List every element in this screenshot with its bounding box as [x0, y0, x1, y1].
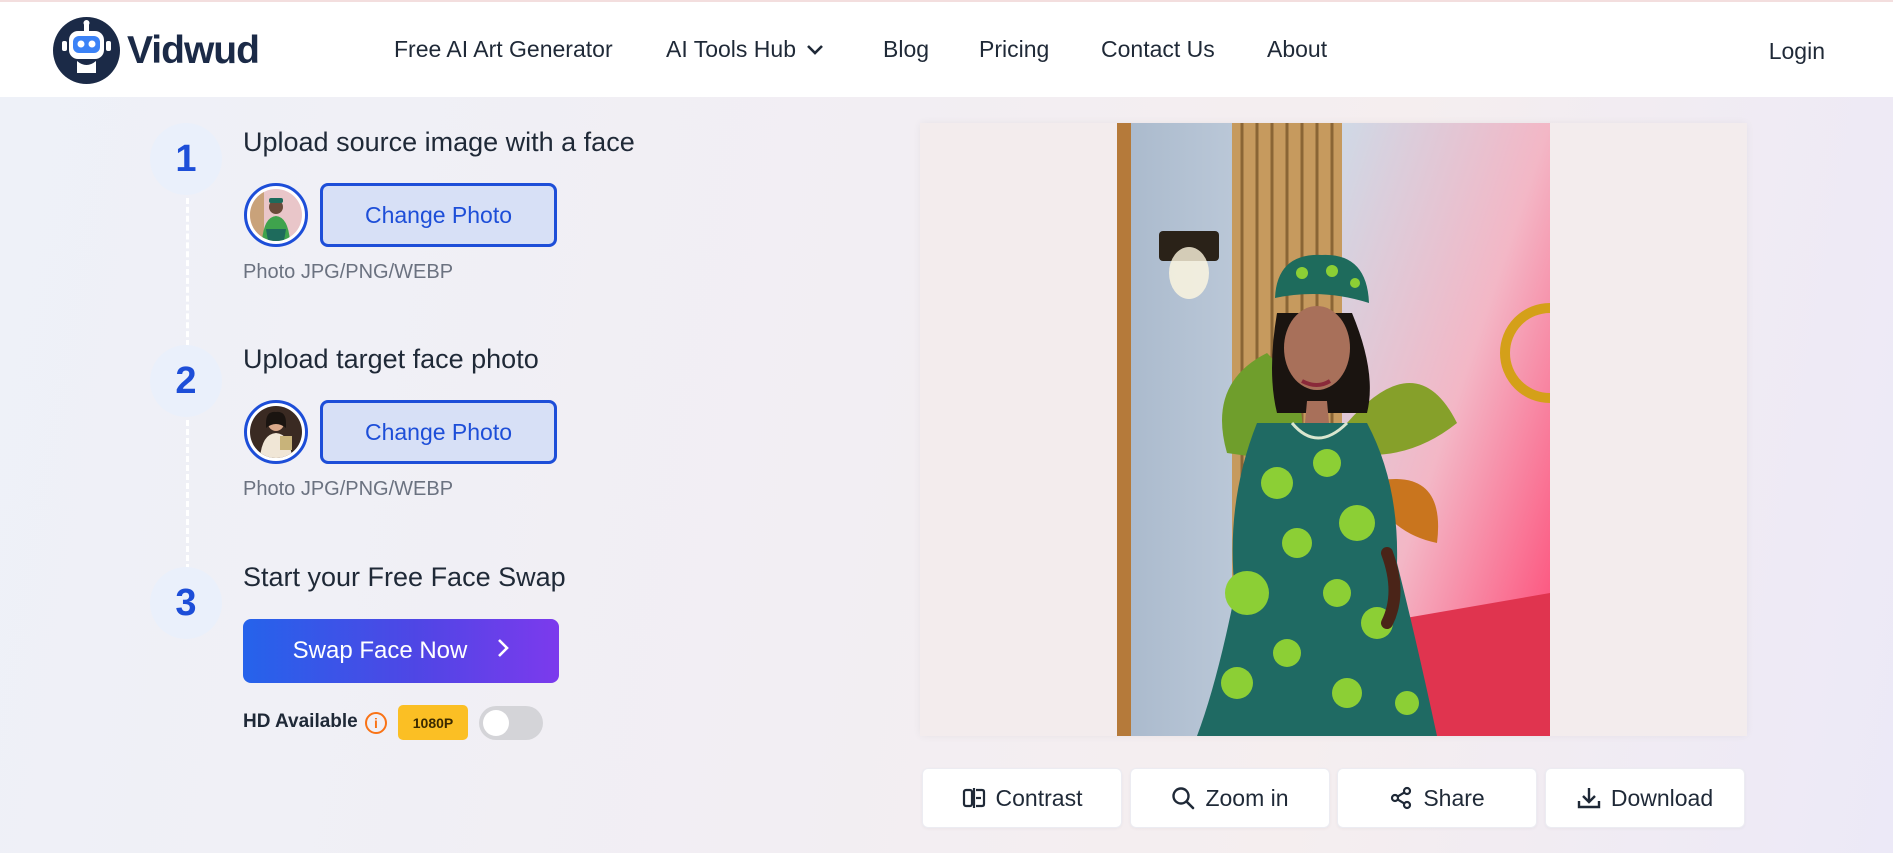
target-format-hint: Photo JPG/PNG/WEBP [243, 478, 454, 500]
top-navbar: Vidwud Free AI Art Generator AI Tools Hu… [0, 0, 1893, 97]
chevron-right-icon [497, 638, 510, 664]
resolution-badge: 1080P [398, 705, 468, 740]
nav-about[interactable]: About [1267, 36, 1327, 63]
toggle-knob [483, 710, 509, 736]
step-number-1: 1 [150, 123, 222, 195]
step-number-3: 3 [150, 567, 222, 639]
logo[interactable]: Vidwud [53, 17, 260, 84]
nav-contact-us[interactable]: Contact Us [1101, 36, 1215, 63]
contrast-icon [962, 787, 986, 809]
source-format-hint: Photo JPG/PNG/WEBP [243, 261, 454, 283]
step-connector [186, 420, 189, 570]
nav-blog[interactable]: Blog [883, 36, 929, 63]
result-photo [1117, 123, 1550, 736]
hd-available-label: HD Available [243, 711, 358, 732]
logo-text: Vidwud [127, 28, 260, 72]
step-1-title: Upload source image with a face [243, 127, 635, 157]
change-target-photo-button[interactable]: Change Photo [320, 400, 557, 464]
source-photo-thumbnail[interactable] [244, 183, 308, 247]
nav-ai-tools-hub-label: AI Tools Hub [666, 36, 796, 62]
contrast-button[interactable]: Contrast [922, 768, 1122, 828]
nav-pricing[interactable]: Pricing [979, 36, 1049, 63]
step-3-title: Start your Free Face Swap [243, 562, 566, 592]
change-source-photo-button[interactable]: Change Photo [320, 183, 557, 247]
zoom-in-button[interactable]: Zoom in [1130, 768, 1330, 828]
step-number-2: 2 [150, 345, 222, 417]
download-label: Download [1610, 784, 1714, 811]
hd-toggle[interactable] [479, 706, 543, 740]
login-link[interactable]: Login [1769, 38, 1825, 65]
zoom-in-label: Zoom in [1205, 784, 1289, 811]
step-connector [186, 198, 189, 346]
target-photo-thumbnail[interactable] [244, 400, 308, 464]
search-icon [1171, 786, 1195, 810]
download-button[interactable]: Download [1545, 768, 1745, 828]
share-button[interactable]: Share [1337, 768, 1537, 828]
share-label: Share [1423, 784, 1485, 811]
robot-logo-icon [53, 17, 120, 84]
chevron-down-icon [806, 35, 824, 62]
nav-free-ai-art-generator[interactable]: Free AI Art Generator [394, 36, 613, 63]
nav-ai-tools-hub[interactable]: AI Tools Hub [666, 36, 824, 63]
result-preview [920, 123, 1747, 736]
contrast-label: Contrast [995, 784, 1083, 811]
swap-face-now-button[interactable]: Swap Face Now [243, 619, 559, 683]
step-2-title: Upload target face photo [243, 344, 539, 374]
info-icon[interactable]: i [365, 712, 387, 734]
share-icon [1389, 786, 1413, 810]
swap-face-now-label: Swap Face Now [292, 637, 468, 664]
download-icon [1577, 786, 1601, 810]
